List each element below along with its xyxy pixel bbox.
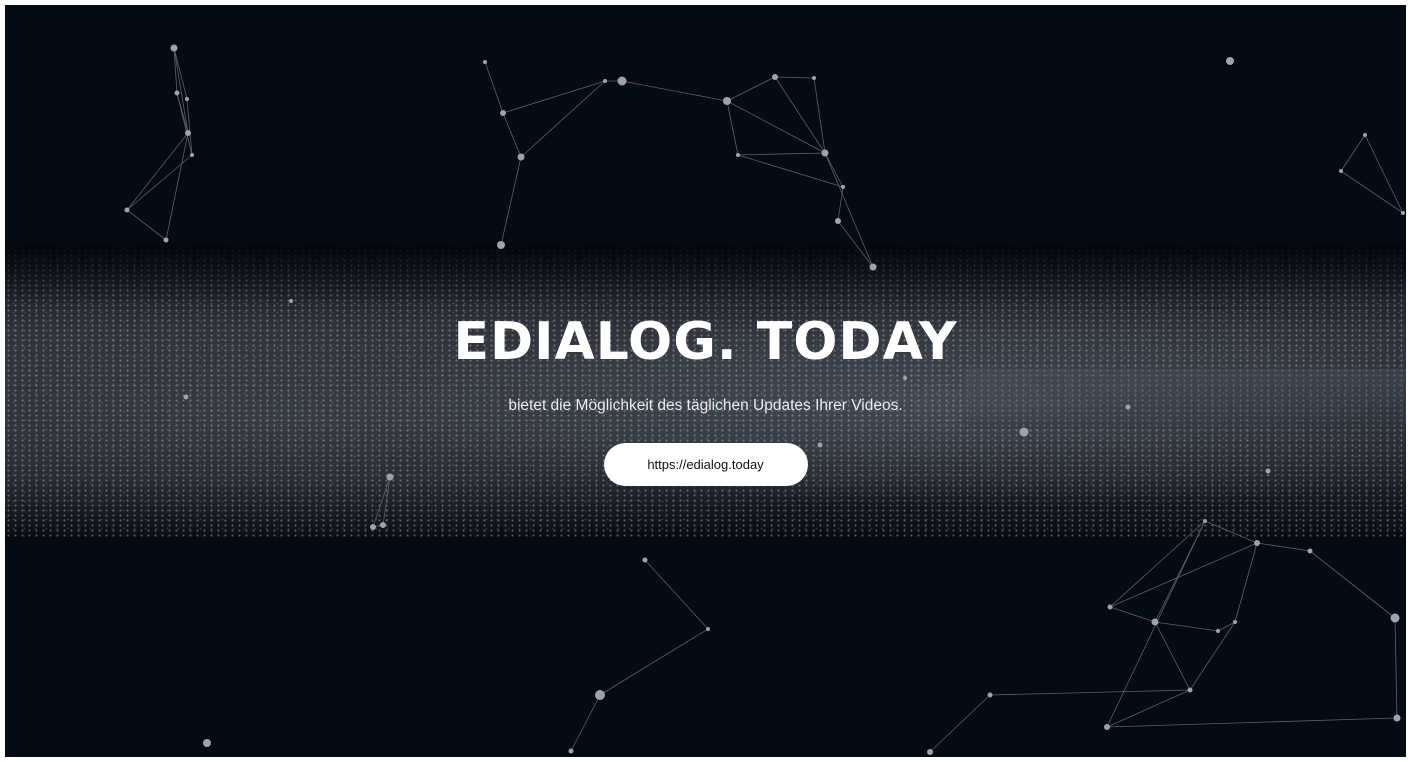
network-node — [370, 524, 376, 530]
network-edge — [520, 80, 606, 158]
network-edge — [1340, 134, 1366, 172]
network-edge — [126, 132, 189, 211]
network-edge — [621, 80, 728, 102]
network-edge — [1309, 550, 1396, 619]
network-edge — [837, 186, 844, 222]
network-node — [1393, 714, 1401, 722]
network-node — [1339, 169, 1343, 173]
network-node — [185, 97, 189, 101]
network-edge — [837, 220, 874, 268]
network-node — [1233, 620, 1237, 624]
network-node — [987, 692, 993, 698]
network-edge — [1204, 520, 1258, 544]
hero-subtitle: bietet die Möglichkeit des täglichen Upd… — [508, 397, 903, 414]
network-node — [812, 76, 816, 80]
network-edge — [737, 152, 826, 156]
network-node — [927, 749, 933, 755]
network-node — [289, 299, 293, 303]
network-edge — [500, 156, 522, 246]
network-node — [203, 739, 211, 747]
hero-content: EDIALOG. TODAY bietet die Möglichkeit de… — [5, 305, 1406, 486]
network-edge — [1106, 689, 1191, 728]
network-edge — [726, 76, 776, 102]
network-edge — [824, 152, 874, 268]
network-node — [174, 90, 180, 96]
network-edge — [1154, 621, 1219, 632]
network-edge — [502, 80, 606, 114]
network-node — [124, 207, 130, 213]
network-node — [568, 748, 574, 754]
network-edge — [774, 76, 826, 154]
network-node — [1187, 687, 1193, 693]
network-node — [736, 153, 740, 157]
network-node — [869, 263, 877, 271]
network-edge — [1394, 617, 1398, 719]
network-node — [617, 76, 627, 86]
network-edge — [173, 47, 189, 134]
network-node — [772, 74, 778, 80]
network-node — [483, 60, 487, 64]
network-node — [1107, 604, 1113, 610]
network-node — [603, 79, 607, 83]
network-node — [821, 149, 829, 157]
network-edge — [1234, 542, 1258, 623]
network-edge — [1154, 621, 1191, 691]
network-node — [723, 97, 731, 105]
network-edge — [726, 100, 739, 156]
network-edge — [774, 76, 815, 79]
network-edge — [1109, 520, 1206, 608]
network-edge — [126, 154, 193, 211]
network-edge — [1189, 621, 1236, 691]
network-edge — [570, 694, 601, 752]
network-node — [1226, 57, 1234, 65]
network-node — [835, 218, 841, 224]
hero-banner: EDIALOG. TODAY bietet die Möglichkeit de… — [5, 5, 1406, 757]
network-edge — [1256, 542, 1311, 552]
network-node — [1363, 133, 1367, 137]
network-edge — [599, 628, 709, 696]
network-edge — [176, 92, 193, 156]
network-node — [1307, 548, 1313, 554]
network-edge — [1109, 542, 1258, 608]
website-link-button[interactable]: https://edialog.today — [603, 443, 808, 486]
network-edge — [126, 209, 167, 241]
network-node — [1401, 211, 1405, 215]
network-node — [1216, 629, 1220, 633]
network-node — [1151, 618, 1159, 626]
network-node — [1203, 519, 1207, 523]
network-edge — [929, 694, 991, 753]
network-node — [500, 110, 506, 116]
network-edge — [484, 61, 504, 114]
network-edge — [165, 132, 189, 241]
network-node — [1390, 613, 1400, 623]
network-edge — [1364, 134, 1404, 214]
network-node — [517, 153, 525, 161]
network-node — [170, 44, 178, 52]
network-edge — [186, 98, 193, 156]
network-node — [185, 130, 191, 136]
network-node — [380, 522, 386, 528]
network-node — [841, 185, 845, 189]
network-node — [163, 237, 169, 243]
network-edge — [813, 77, 826, 154]
network-edge — [644, 559, 709, 630]
network-node — [595, 690, 605, 700]
network-edge — [726, 100, 826, 154]
network-edge — [824, 152, 844, 188]
network-node — [497, 241, 505, 249]
network-node — [190, 153, 194, 157]
network-node — [706, 627, 710, 631]
network-edge — [989, 689, 1191, 696]
network-node — [1104, 724, 1110, 730]
network-edge — [502, 112, 522, 158]
network-edge — [1109, 606, 1156, 623]
network-edge — [1106, 717, 1398, 728]
network-edge — [737, 154, 844, 188]
network-edge — [1340, 170, 1404, 214]
network-node — [1254, 540, 1260, 546]
hero-title: EDIALOG. TODAY — [453, 312, 958, 372]
network-node — [642, 557, 648, 563]
